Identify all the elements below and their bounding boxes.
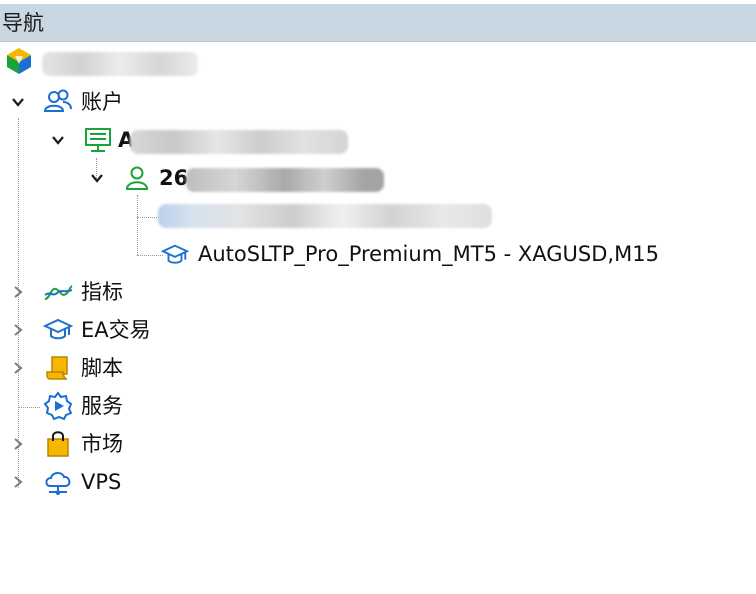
tree-item-vps[interactable]: VPS <box>0 464 756 500</box>
user-account-icon <box>122 163 152 193</box>
account-number-label: 26 <box>159 166 189 190</box>
chevron-down-icon[interactable] <box>10 94 26 110</box>
gear-play-icon <box>43 391 73 421</box>
navigator-header: 导航 <box>0 4 756 42</box>
cloud-network-icon <box>43 467 73 497</box>
redacted-server-name <box>130 130 348 154</box>
expert-advisors-label: EA交易 <box>81 318 151 342</box>
chevron-down-icon[interactable] <box>50 132 66 148</box>
redacted-root-name <box>42 52 198 76</box>
tree-item-chart[interactable] <box>0 198 756 234</box>
accounts-label: 账户 <box>81 90 123 114</box>
tree-item-indicators[interactable]: 指标 <box>0 274 756 310</box>
tree-item-scripts[interactable]: 脚本 <box>0 350 756 386</box>
tree-item-server[interactable]: A <box>0 122 756 158</box>
chevron-right-icon[interactable] <box>10 360 26 376</box>
accounts-people-icon <box>43 87 73 117</box>
redacted-account-number <box>186 168 384 192</box>
metatrader-logo-icon <box>4 46 34 76</box>
scripts-label: 脚本 <box>81 356 123 380</box>
graduation-cap-icon <box>161 241 189 269</box>
server-icon <box>83 125 113 155</box>
redacted-chart-item <box>158 204 492 228</box>
tree-item-account[interactable]: 26 <box>0 160 756 196</box>
chevron-down-icon[interactable] <box>89 170 105 186</box>
script-scroll-icon <box>43 353 73 383</box>
shopping-bag-icon <box>43 429 73 459</box>
tree-item-expert-advisors[interactable]: EA交易 <box>0 312 756 348</box>
services-label: 服务 <box>81 394 123 418</box>
chevron-right-icon[interactable] <box>10 474 26 490</box>
tree-item-accounts[interactable]: 账户 <box>0 84 756 120</box>
tree-item-market[interactable]: 市场 <box>0 426 756 462</box>
ea-instance-label: AutoSLTP_Pro_Premium_MT5 - XAGUSD,M15 <box>198 242 659 266</box>
tree-item-services[interactable]: 服务 <box>0 388 756 424</box>
vps-label: VPS <box>81 470 122 494</box>
navigator-panel: 导航 账户 A 26 AutoSLTP_Pro_Premium_MT5 - XA… <box>0 0 756 594</box>
navigator-title: 导航 <box>2 11 44 35</box>
tree-item-root[interactable] <box>0 44 756 80</box>
chevron-right-icon[interactable] <box>10 284 26 300</box>
indicator-line-icon <box>43 277 73 307</box>
indicators-label: 指标 <box>81 280 123 304</box>
tree-item-ea-instance[interactable]: AutoSLTP_Pro_Premium_MT5 - XAGUSD,M15 <box>0 236 756 272</box>
chevron-right-icon[interactable] <box>10 436 26 452</box>
chevron-right-icon[interactable] <box>10 322 26 338</box>
graduation-cap-icon <box>43 315 73 345</box>
market-label: 市场 <box>81 432 123 456</box>
